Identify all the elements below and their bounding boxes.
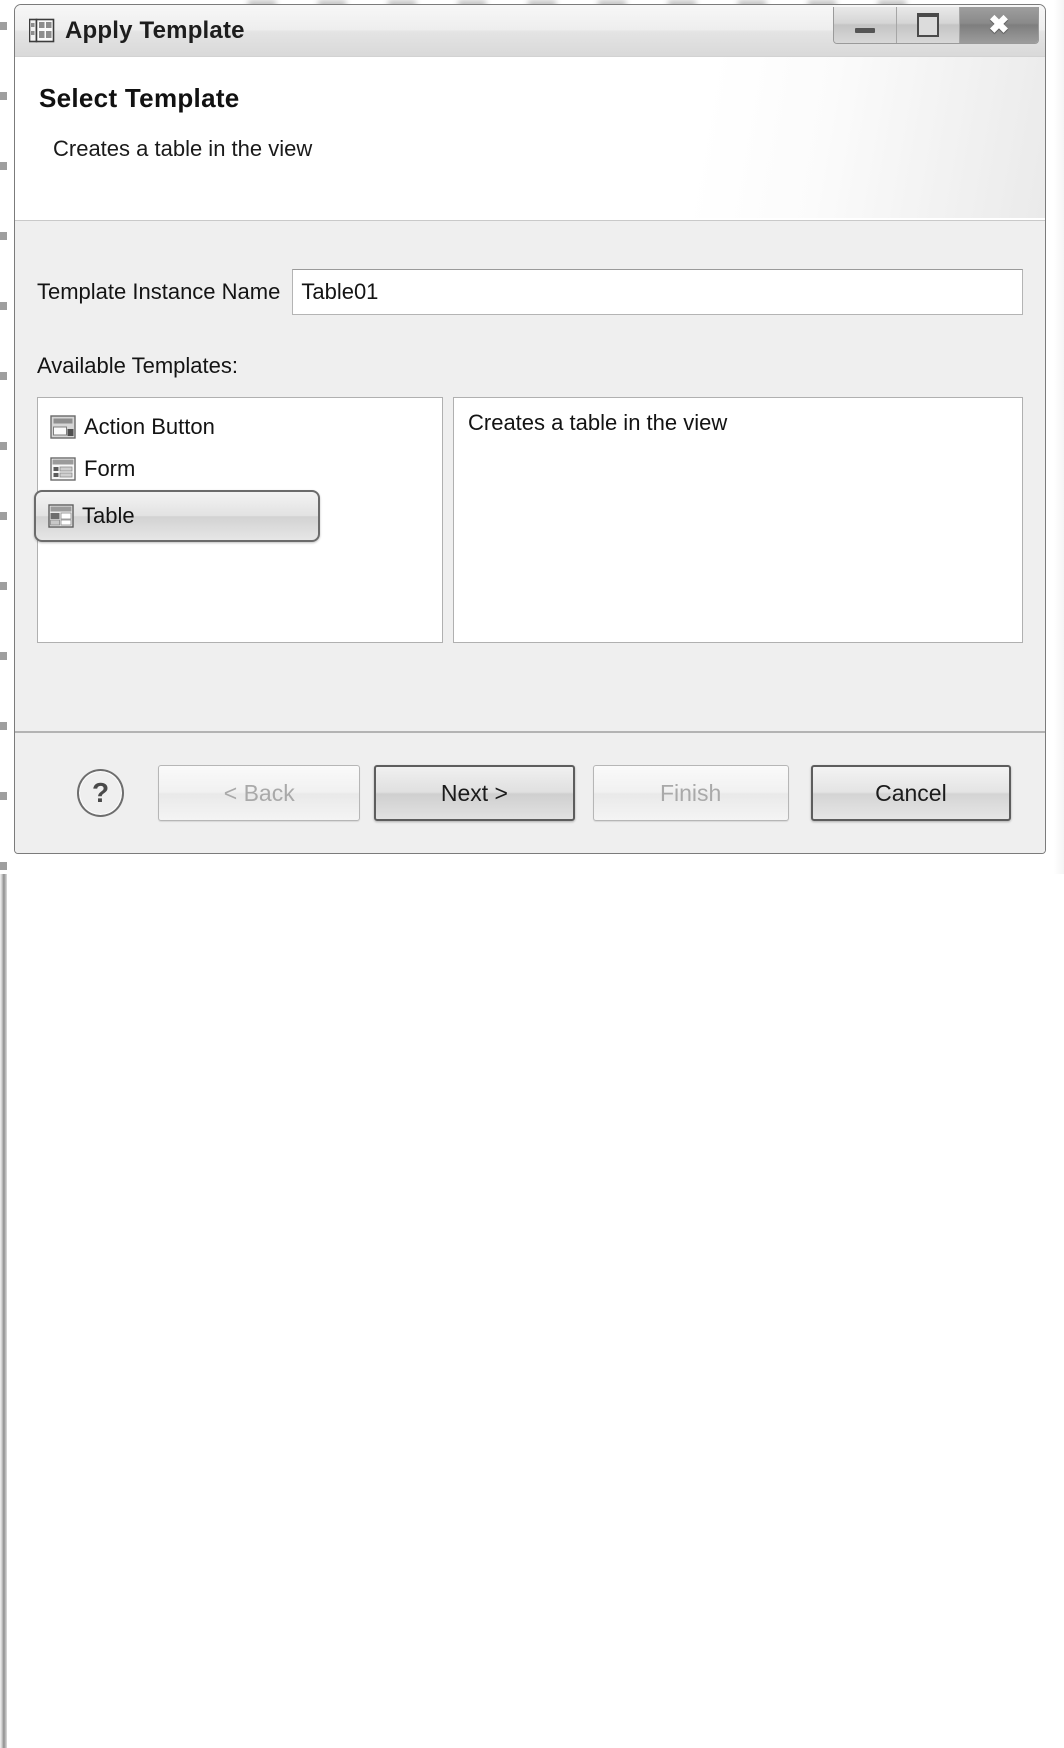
list-item[interactable]: Action Button	[38, 406, 442, 448]
list-item-label: Table	[82, 503, 135, 528]
page-subtitle: Creates a table in the view	[53, 136, 313, 161]
back-button[interactable]: < Back	[158, 765, 361, 821]
title-bar: Apply Template ✖	[15, 5, 1045, 57]
dialog-content: Template Instance Name Available Templat…	[15, 221, 1045, 731]
template-instance-name-label: Template Instance Name	[37, 279, 281, 304]
finish-button[interactable]: Finish	[592, 765, 789, 821]
list-item-label: Form	[84, 456, 136, 481]
page-title: Select Template	[39, 83, 240, 113]
list-item[interactable]: Form	[38, 448, 442, 490]
apply-template-dialog: Apply Template ✖ Select Template Creates…	[14, 4, 1046, 854]
close-icon: ✖	[988, 10, 1010, 39]
minimize-button[interactable]	[834, 7, 897, 43]
close-button[interactable]: ✖	[960, 7, 1038, 43]
next-button[interactable]: Next >	[374, 765, 575, 821]
available-templates-label: Available Templates:	[37, 353, 238, 378]
background-ruler-ticks	[0, 0, 7, 874]
minimize-icon	[855, 27, 875, 33]
cancel-button[interactable]: Cancel	[810, 765, 1011, 821]
background-right-edge	[1054, 0, 1064, 874]
maximize-button[interactable]	[897, 7, 960, 43]
available-templates-list[interactable]: Action Button Form Table	[34, 397, 443, 643]
wizard-header: Select Template Creates a table in the v…	[15, 57, 1045, 221]
action-button-template-icon	[50, 415, 76, 439]
table-template-icon	[48, 504, 74, 528]
window-title: Apply Template	[65, 16, 245, 44]
form-template-icon	[50, 457, 76, 481]
list-item-label: Action Button	[84, 414, 215, 439]
template-description-text: Creates a table in the view	[468, 410, 728, 435]
list-item-selected[interactable]: Table	[34, 490, 320, 542]
template-description-pane: Creates a table in the view	[453, 397, 1023, 643]
template-grid-icon	[28, 18, 55, 44]
dialog-button-bar: ? < Back Next > Finish Cancel	[15, 731, 1045, 853]
maximize-icon	[917, 13, 939, 37]
help-icon[interactable]: ?	[77, 769, 125, 817]
templates-panes: Action Button Form Table Creates a table…	[34, 397, 1023, 643]
background-left-rail	[0, 874, 7, 1748]
template-instance-name-row: Template Instance Name	[37, 269, 1023, 315]
window-controls: ✖	[833, 7, 1039, 44]
template-instance-name-input[interactable]	[292, 269, 1023, 315]
